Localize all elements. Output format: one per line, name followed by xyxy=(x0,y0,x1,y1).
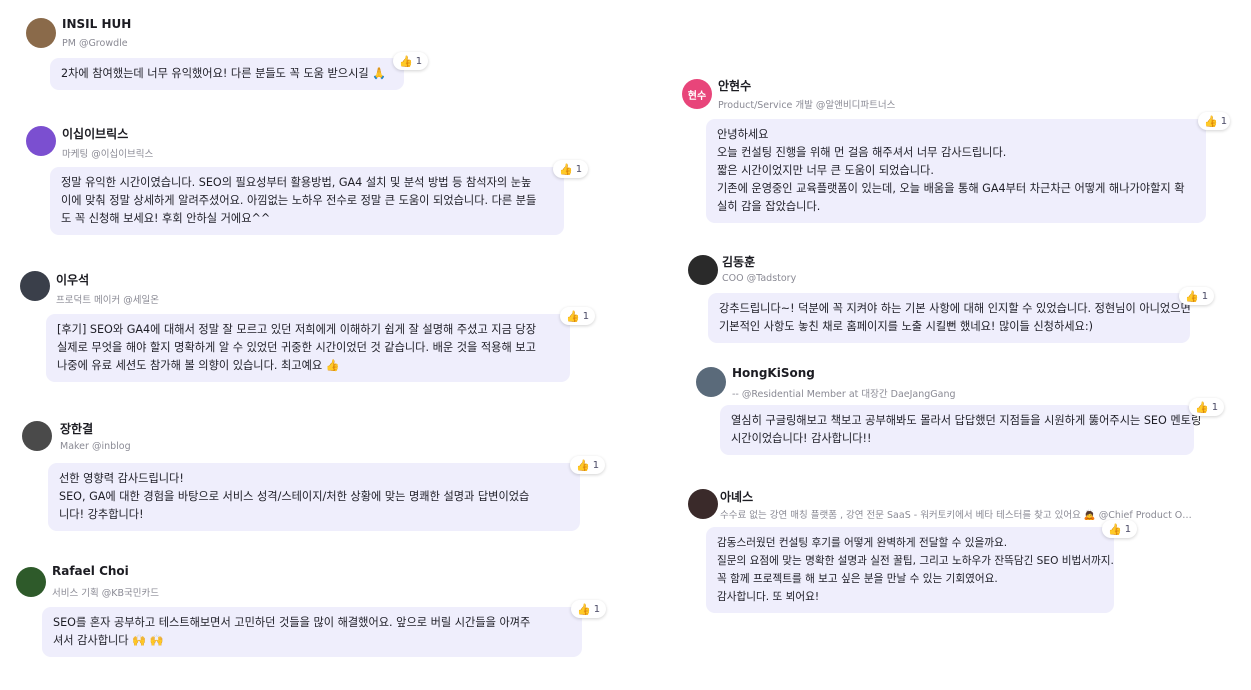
author-role: Product/Service 개발 @알앤비디파트너스 xyxy=(718,100,896,111)
comment-text: 정말 유익한 시간이였습니다. SEO의 필요성부터 활용방법, GA4 설치 … xyxy=(61,176,532,189)
thumbs-up-icon: 👍 xyxy=(1108,522,1122,536)
comment-text: 안녕하세요 xyxy=(717,128,769,141)
reaction-button[interactable]: 👍 1 xyxy=(1179,287,1215,305)
comment-text: 셔서 감사합니다 🙌 🙌 xyxy=(53,634,164,647)
comment-text: SEO, GA에 대한 경험을 바탕으로 서비스 성격/스테이지/처한 상황에 … xyxy=(59,490,530,503)
avatar[interactable] xyxy=(26,126,56,156)
comment-text: [후기] SEO와 GA4에 대해서 정말 잘 모르고 있던 저희에게 이해하기… xyxy=(57,323,537,336)
author-name[interactable]: 김동훈 xyxy=(722,253,755,270)
comment-text: 실제로 무엇을 해야 할지 명확하게 알 수 있었던 귀중한 시간이었던 것 같… xyxy=(57,341,536,354)
reaction-button[interactable]: 👍 1 xyxy=(560,307,596,325)
comment-text: 2차에 참여했는데 너무 유익했어요! 다른 분들도 꼭 도움 받으시길 🙏 xyxy=(61,67,387,80)
author-role: 마케팅 @이십이브릭스 xyxy=(62,149,154,160)
avatar[interactable] xyxy=(26,18,56,48)
avatar[interactable] xyxy=(20,271,50,301)
comment-bubble: 열심히 구글링해보고 책보고 공부해봐도 몰라서 답답했던 지점들을 시원하게 … xyxy=(720,405,1202,455)
author-role: COO @Tadstory xyxy=(722,273,797,284)
thumbs-up-icon: 👍 xyxy=(1185,289,1199,303)
reaction-button[interactable]: 👍 1 xyxy=(553,160,589,178)
avatar[interactable] xyxy=(688,255,718,285)
reaction-button[interactable]: 👍 1 xyxy=(1102,520,1138,538)
thumbs-up-icon: 👍 xyxy=(576,458,590,472)
thumbs-up-icon: 👍 xyxy=(559,162,573,176)
reaction-button[interactable]: 👍 1 xyxy=(570,456,606,474)
author-role: 프로덕트 메이커 @세일온 xyxy=(56,295,159,306)
comment-bubble: [후기] SEO와 GA4에 대해서 정말 잘 모르고 있던 저희에게 이해하기… xyxy=(46,314,570,382)
author-role: 서비스 기획 @KB국민카드 xyxy=(52,588,159,599)
comment-text: 강추드립니다~! 덕분에 꼭 지켜야 하는 기본 사항에 대해 인지할 수 있었… xyxy=(719,302,1191,315)
reaction-count: 1 xyxy=(1220,115,1228,127)
author-name[interactable]: 장한결 xyxy=(60,420,93,437)
thumbs-up-icon: 👍 xyxy=(1204,114,1218,128)
reaction-count: 1 xyxy=(593,603,601,615)
reaction-count: 1 xyxy=(575,163,583,175)
comment-text: 도 꼭 신청해 보세요! 후회 안하실 거에요^^ xyxy=(61,212,271,225)
reaction-button[interactable]: 👍 1 xyxy=(393,52,429,70)
comment-text: SEO를 혼자 공부하고 테스트해보면서 고민하던 것들을 많이 해결했어요. … xyxy=(53,616,531,629)
avatar[interactable] xyxy=(16,567,46,597)
author-name[interactable]: 아녜스 xyxy=(720,488,753,505)
reaction-count: 1 xyxy=(1211,401,1219,413)
comment-text: 기본적인 사항도 놓친 채로 홈페이지를 노출 시킬뻔 했네요! 많이들 신청하… xyxy=(719,320,1093,333)
comment-bubble: SEO를 혼자 공부하고 테스트해보면서 고민하던 것들을 많이 해결했어요. … xyxy=(42,607,582,657)
author-name[interactable]: 안현수 xyxy=(718,77,751,94)
thumbs-up-icon: 👍 xyxy=(399,54,413,68)
author-role: Maker @inblog xyxy=(60,441,131,452)
comment-bubble: 정말 유익한 시간이였습니다. SEO의 필요성부터 활용방법, GA4 설치 … xyxy=(50,167,564,235)
comment-text: 이에 맞춰 정말 상세하게 알려주셨어요. 아낌없는 노하우 전수로 정말 큰 … xyxy=(61,194,537,207)
comment-bubble: 선한 영향력 감사드립니다! SEO, GA에 대한 경험을 바탕으로 서비스 … xyxy=(48,463,580,531)
thumbs-up-icon: 👍 xyxy=(566,309,580,323)
reaction-count: 1 xyxy=(582,310,590,322)
comment-text: 오늘 컨설팅 진행을 위해 먼 걸음 해주셔서 너무 감사드립니다. xyxy=(717,146,1007,159)
comment-text: 선한 영향력 감사드립니다! xyxy=(59,472,184,485)
comment-bubble: 2차에 참여했는데 너무 유익했어요! 다른 분들도 꼭 도움 받으시길 🙏 xyxy=(50,58,404,90)
author-role: 수수료 없는 강연 매칭 플랫폼 , 강연 전문 SaaS - 워커토키에서 베… xyxy=(720,510,1198,521)
author-name[interactable]: 이우석 xyxy=(56,271,89,288)
thumbs-up-icon: 👍 xyxy=(577,602,591,616)
author-name[interactable]: 이십이브릭스 xyxy=(62,125,128,142)
author-name[interactable]: INSIL HUH xyxy=(62,17,131,31)
comment-text: 짧은 시간이었지만 너무 큰 도움이 되었습니다. xyxy=(717,164,934,177)
avatar[interactable]: 현수 xyxy=(682,79,712,109)
reaction-count: 1 xyxy=(415,55,423,67)
comment-text: 실히 감을 잡았습니다. xyxy=(717,200,821,213)
author-role: -- @Residential Member at 대장간 DaeJangGan… xyxy=(732,389,956,400)
comment-bubble: 강추드립니다~! 덕분에 꼭 지켜야 하는 기본 사항에 대해 인지할 수 있었… xyxy=(708,293,1191,343)
author-role: PM @Growdle xyxy=(62,38,128,49)
comment-text: 감사합니다. 또 뵈어요! xyxy=(717,591,820,603)
reaction-button[interactable]: 👍 1 xyxy=(1189,398,1225,416)
comment-text: 질문의 요점에 맞는 명확한 설명과 실전 꿀팁, 그리고 노하우가 잔뜩담긴 … xyxy=(717,555,1114,567)
author-name[interactable]: HongKiSong xyxy=(732,366,815,380)
reaction-count: 1 xyxy=(592,459,600,471)
avatar[interactable] xyxy=(688,489,718,519)
reaction-count: 1 xyxy=(1124,523,1132,535)
comment-text: 니다! 강추합니다! xyxy=(59,508,144,521)
comment-text: 감동스러웠던 컨설팅 후기를 어떻게 완벽하게 전달할 수 있을까요. xyxy=(717,537,1008,549)
comment-text: 시간이었습니다! 감사합니다!! xyxy=(731,432,872,445)
comment-text: 꼭 함께 프로젝트를 해 보고 싶은 분을 만날 수 있는 기회였어요. xyxy=(717,573,998,585)
comment-text: 나중에 유료 세션도 참가해 볼 의향이 있습니다. 최고예요 👍 xyxy=(57,359,340,372)
comment-bubble: 감동스러웠던 컨설팅 후기를 어떻게 완벽하게 전달할 수 있을까요. 질문의 … xyxy=(706,527,1114,613)
avatar[interactable] xyxy=(22,421,52,451)
author-name[interactable]: Rafael Choi xyxy=(52,564,129,578)
comment-bubble: 안녕하세요 오늘 컨설팅 진행을 위해 먼 걸음 해주셔서 너무 감사드립니다.… xyxy=(706,119,1206,223)
comment-text: 열심히 구글링해보고 책보고 공부해봐도 몰라서 답답했던 지점들을 시원하게 … xyxy=(731,414,1202,427)
reaction-button[interactable]: 👍 1 xyxy=(571,600,607,618)
avatar[interactable] xyxy=(696,367,726,397)
reaction-count: 1 xyxy=(1201,290,1209,302)
reaction-button[interactable]: 👍 1 xyxy=(1198,112,1230,130)
comment-text: 기존에 운영중인 교육플랫폼이 있는데, 오늘 배움을 통해 GA4부터 차근차… xyxy=(717,182,1185,195)
thumbs-up-icon: 👍 xyxy=(1195,400,1209,414)
